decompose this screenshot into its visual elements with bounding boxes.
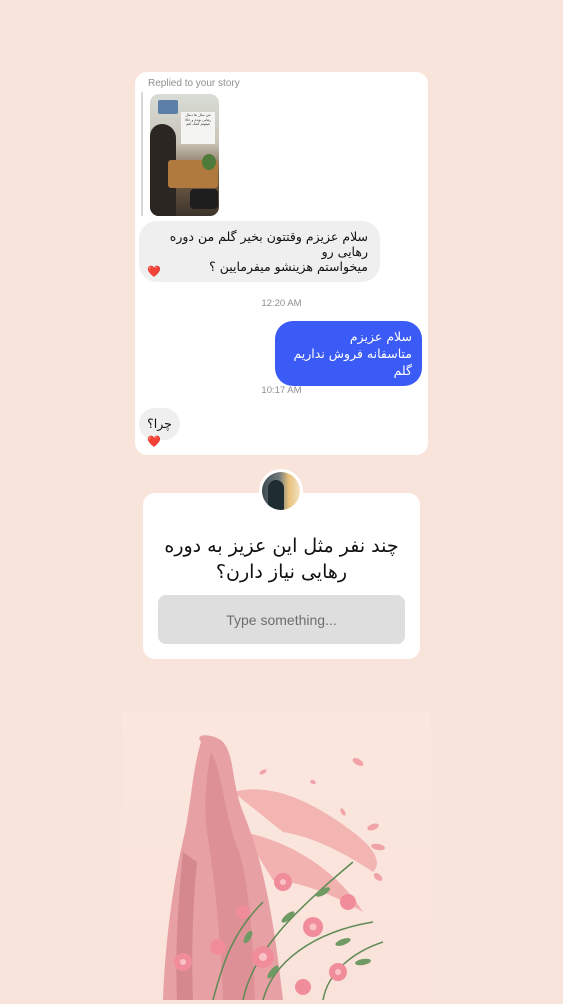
thumb-chair — [190, 189, 218, 209]
replied-to-story-label: Replied to your story — [148, 78, 240, 89]
thumb-window — [158, 100, 178, 114]
story-thumbnail[interactable]: من سال ها دنبال رهایی بودم و حالا میتونم… — [150, 94, 219, 216]
incoming-message[interactable]: سلام عزیزم وقتتون بخیر گلم من دوره رهایی… — [139, 221, 380, 282]
reply-quote-bar — [141, 92, 143, 216]
hijab-woman-flowers-illustration — [123, 712, 431, 1001]
illustration-art — [163, 735, 385, 1001]
answer-input[interactable]: Type something... — [158, 595, 405, 644]
heart-reaction-icon[interactable]: ❤️ — [147, 266, 161, 277]
outgoing-message[interactable]: سلام عزیزم متاسفانه فروش نداریم گلم — [275, 321, 422, 386]
avatar-photo — [262, 472, 300, 510]
avatar[interactable] — [259, 469, 303, 513]
thumb-note: من سال ها دنبال رهایی بودم و حالا میتونم… — [181, 112, 215, 144]
story-reply-conversation: Replied to your story من سال ها دنبال ره… — [135, 72, 428, 455]
question-sticker: چند نفر مثل این عزیز به دوره رهایی نیاز … — [143, 493, 420, 659]
message-line: سلام عزیزم — [349, 329, 412, 344]
avatar-figure — [268, 480, 284, 510]
message-line: سلام عزیزم وقتتون بخیر گلم من دوره رهایی… — [169, 229, 368, 259]
message-line: متاسفانه فروش نداریم گلم — [293, 346, 412, 378]
message-line: چرا؟ — [147, 416, 172, 431]
message-timestamp: 12:20 AM — [261, 298, 302, 309]
message-line: میخواستم هزینشو میفرمایین ؟ — [209, 259, 368, 274]
message-timestamp: 10:17 AM — [261, 385, 302, 396]
thumb-plant — [202, 154, 216, 170]
question-text: چند نفر مثل این عزیز به دوره رهایی نیاز … — [164, 535, 399, 583]
heart-reaction-icon[interactable]: ❤️ — [147, 436, 161, 447]
